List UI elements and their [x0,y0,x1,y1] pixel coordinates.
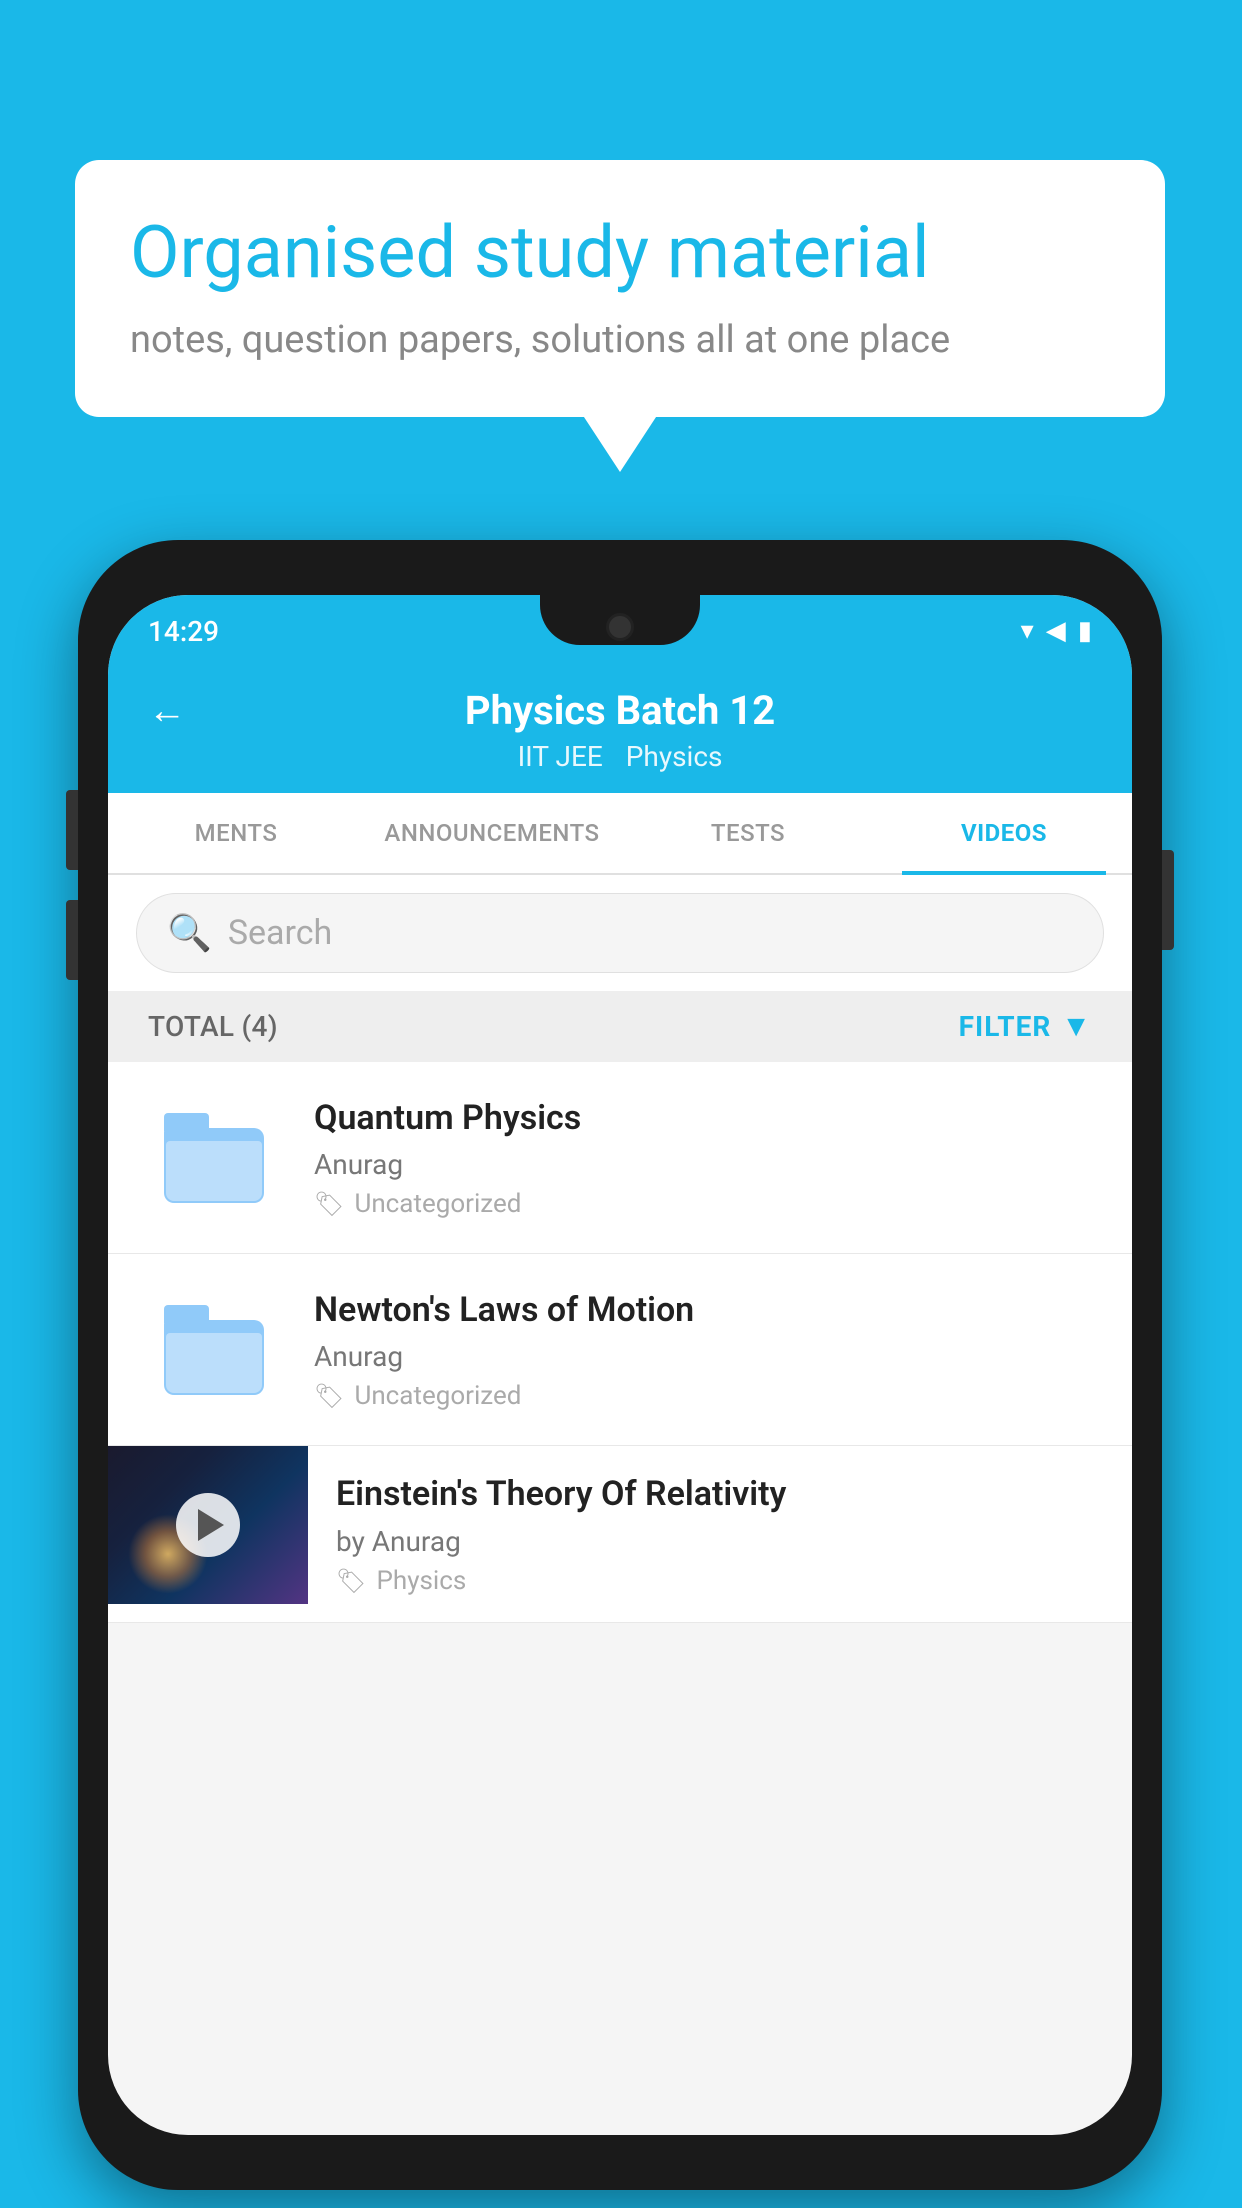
item-tag: Physics [376,1566,466,1596]
wifi-icon: ▾ [1021,616,1034,646]
app-title: Physics Batch 12 [465,687,775,734]
tab-announcements[interactable]: ANNOUNCEMENTS [364,793,620,873]
phone-frame: 14:29 ▾ ◀ ▮ ← Physics Batch 12 IIT JEE P… [78,540,1162,2190]
header-tags: IIT JEE Physics [510,740,731,773]
tag-row: 🏷 Uncategorized [314,1189,1096,1219]
item-title: Quantum Physics [314,1096,1096,1140]
tag-icon: 🏷 [314,1382,344,1410]
status-icons: ▾ ◀ ▮ [1021,616,1092,646]
video-thumbnail [108,1446,308,1604]
item-tag: Uncategorized [354,1189,521,1219]
tag-icon: 🏷 [336,1567,366,1595]
tag-row: 🏷 Uncategorized [314,1381,1096,1411]
item-thumbnail [144,1300,284,1400]
item-info: Einstein's Theory Of Relativity by Anura… [308,1446,1132,1621]
item-author: Anurag [314,1340,1096,1373]
signal-icon: ◀ [1046,616,1066,646]
item-info: Newton's Laws of Motion Anurag 🏷 Uncateg… [314,1288,1096,1411]
back-button[interactable]: ← [148,689,186,733]
item-thumbnail [144,1108,284,1208]
folder-icon [164,1113,264,1203]
app-header: ← Physics Batch 12 IIT JEE Physics [108,667,1132,793]
item-info: Quantum Physics Anurag 🏷 Uncategorized [314,1096,1096,1219]
filter-icon: ▼ [1061,1009,1092,1044]
search-bar[interactable]: 🔍 Search [136,893,1104,973]
tab-ments[interactable]: MENTS [108,793,364,873]
battery-icon: ▮ [1078,616,1092,646]
item-tag: Uncategorized [354,1381,521,1411]
total-count: TOTAL (4) [148,1010,278,1043]
item-title: Einstein's Theory Of Relativity [336,1472,1104,1516]
search-placeholder: Search [228,913,332,953]
phone-screen: 14:29 ▾ ◀ ▮ ← Physics Batch 12 IIT JEE P… [108,595,1132,2135]
filter-label: FILTER [959,1010,1052,1043]
play-icon [198,1509,224,1541]
play-button[interactable] [176,1493,240,1557]
front-camera [606,613,634,641]
item-author: Anurag [314,1148,1096,1181]
item-title: Newton's Laws of Motion [314,1288,1096,1332]
search-container: 🔍 Search [108,875,1132,991]
list-item[interactable]: Quantum Physics Anurag 🏷 Uncategorized [108,1062,1132,1254]
filter-button[interactable]: FILTER ▼ [959,1009,1092,1044]
power-button [1162,850,1174,950]
item-author: by Anurag [336,1525,1104,1558]
tab-tests[interactable]: TESTS [620,793,876,873]
search-icon: 🔍 [167,912,212,954]
phone-notch [540,595,700,645]
bubble-subtitle: notes, question papers, solutions all at… [130,318,1110,362]
tabs-bar: MENTS ANNOUNCEMENTS TESTS VIDEOS [108,793,1132,875]
bubble-title: Organised study material [130,210,1110,296]
header-row: ← Physics Batch 12 [148,687,1092,734]
speech-bubble: Organised study material notes, question… [75,160,1165,417]
list-item[interactable]: Newton's Laws of Motion Anurag 🏷 Uncateg… [108,1254,1132,1446]
volume-up-button [66,790,78,870]
filter-bar: TOTAL (4) FILTER ▼ [108,991,1132,1062]
tag-icon: 🏷 [314,1190,344,1218]
list-item[interactable]: Einstein's Theory Of Relativity by Anura… [108,1446,1132,1622]
volume-down-button [66,900,78,980]
tag-iit-jee: IIT JEE [518,740,603,773]
status-time: 14:29 [148,615,219,648]
tab-videos[interactable]: VIDEOS [876,793,1132,873]
video-list: Quantum Physics Anurag 🏷 Uncategorized [108,1062,1132,1623]
tag-physics: Physics [626,740,723,773]
tag-row: 🏷 Physics [336,1566,1104,1596]
folder-icon [164,1305,264,1395]
